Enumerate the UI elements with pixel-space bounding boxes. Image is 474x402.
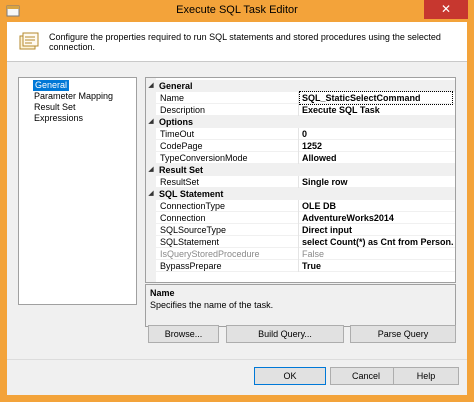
task-icon xyxy=(19,32,39,50)
property-value[interactable]: SQL_StaticSelectCommand xyxy=(299,91,453,105)
property-row-sql-source-type[interactable]: SQLSourceType Direct input xyxy=(146,224,455,236)
property-label: CodePage xyxy=(160,141,203,151)
collapse-icon[interactable]: ◢ xyxy=(147,80,155,92)
property-value[interactable]: Direct input xyxy=(302,224,454,236)
property-row-connection-type[interactable]: ConnectionType OLE DB xyxy=(146,200,455,212)
property-label: BypassPrepare xyxy=(160,261,222,271)
property-value[interactable]: 0 xyxy=(302,128,454,140)
property-row-bypass-prepare[interactable]: BypassPrepare True xyxy=(146,260,455,272)
category-result-set[interactable]: ◢ Result Set xyxy=(146,164,455,176)
column-separator xyxy=(298,152,299,164)
property-label: IsQueryStoredProcedure xyxy=(160,249,260,259)
column-separator xyxy=(298,236,299,248)
property-label: Name xyxy=(160,93,185,103)
cancel-button[interactable]: Cancel xyxy=(330,367,402,385)
nav-item-general[interactable]: General xyxy=(31,79,71,92)
category-label: General xyxy=(159,81,193,91)
category-label: SQL Statement xyxy=(159,189,224,199)
property-row-name[interactable]: Name SQL_StaticSelectCommand xyxy=(146,91,455,105)
category-label: Options xyxy=(159,117,193,127)
property-value[interactable]: True xyxy=(302,260,454,272)
close-button[interactable]: ✕ xyxy=(424,0,468,19)
property-row-codepage[interactable]: CodePage 1252 xyxy=(146,140,455,152)
property-label: SQLStatement xyxy=(160,237,220,247)
ok-button[interactable]: OK xyxy=(254,367,326,385)
property-value[interactable]: Allowed xyxy=(302,152,454,164)
column-separator xyxy=(298,260,299,272)
dialog-window: Execute SQL Task Editor ✕ Configure the … xyxy=(0,0,474,402)
property-value[interactable]: 1252 xyxy=(302,140,454,152)
property-row-is-query-stored-procedure: IsQueryStoredProcedure False xyxy=(146,248,455,260)
window-title: Execute SQL Task Editor xyxy=(176,4,298,16)
page-navigation-list: General Parameter Mapping Result Set Exp… xyxy=(18,77,137,305)
column-separator xyxy=(298,140,299,152)
property-label: SQLSourceType xyxy=(160,225,227,235)
property-row-sql-statement[interactable]: SQLStatement select Count(*) as Cnt from… xyxy=(146,236,455,248)
property-row-resultset[interactable]: ResultSet Single row xyxy=(146,176,455,188)
property-label: ConnectionType xyxy=(160,201,226,211)
property-description-panel: Name Specifies the name of the task. xyxy=(145,284,456,327)
collapse-icon[interactable]: ◢ xyxy=(147,188,155,200)
description-text: Specifies the name of the task. xyxy=(150,300,274,310)
category-label: Result Set xyxy=(159,165,204,175)
column-separator xyxy=(298,212,299,224)
dialog-client: Configure the properties required to run… xyxy=(7,22,467,395)
property-value[interactable]: OLE DB xyxy=(302,200,454,212)
column-separator xyxy=(298,248,299,260)
property-label: ResultSet xyxy=(160,177,200,187)
property-value[interactable]: Single row xyxy=(302,176,454,188)
property-value[interactable]: AdventureWorks2014 xyxy=(302,212,454,224)
property-row-type-conversion-mode[interactable]: TypeConversionMode Allowed xyxy=(146,152,455,164)
nav-item-parameter-mapping[interactable]: Parameter Mapping xyxy=(34,91,113,102)
parse-query-button[interactable]: Parse Query xyxy=(350,325,456,343)
property-grid: ◢ General Name SQL_StaticSelectCommand D… xyxy=(145,77,456,283)
nav-item-result-set[interactable]: Result Set xyxy=(34,102,76,113)
collapse-icon[interactable]: ◢ xyxy=(147,116,155,128)
collapse-icon[interactable]: ◢ xyxy=(147,164,155,176)
property-label: TypeConversionMode xyxy=(160,153,248,163)
header-panel: Configure the properties required to run… xyxy=(7,22,467,62)
property-value[interactable]: Execute SQL Task xyxy=(302,104,454,116)
property-row-description[interactable]: Description Execute SQL Task xyxy=(146,104,455,116)
column-separator xyxy=(298,224,299,236)
title-bar[interactable]: Execute SQL Task Editor ✕ xyxy=(0,0,474,22)
property-label: Connection xyxy=(160,213,206,223)
category-sql-statement[interactable]: ◢ SQL Statement xyxy=(146,188,455,200)
property-value: False xyxy=(302,249,325,259)
property-row-timeout[interactable]: TimeOut 0 xyxy=(146,128,455,140)
column-separator xyxy=(298,176,299,188)
property-label: Description xyxy=(160,105,206,115)
property-row-connection[interactable]: Connection AdventureWorks2014 xyxy=(146,212,455,224)
browse-button[interactable]: Browse... xyxy=(148,325,219,343)
nav-item-expressions[interactable]: Expressions xyxy=(34,113,83,124)
column-separator xyxy=(298,92,299,104)
button-bar-separator xyxy=(7,359,467,360)
build-query-button[interactable]: Build Query... xyxy=(226,325,344,343)
help-button[interactable]: Help xyxy=(393,367,459,385)
category-general[interactable]: ◢ General xyxy=(146,80,455,92)
category-options[interactable]: ◢ Options xyxy=(146,116,455,128)
column-separator xyxy=(298,104,299,116)
property-value[interactable]: select Count(*) as Cnt from Person.Perso… xyxy=(302,236,454,248)
description-title: Name xyxy=(150,288,175,298)
property-label: TimeOut xyxy=(160,129,195,139)
column-separator xyxy=(298,200,299,212)
column-separator xyxy=(298,128,299,140)
header-description: Configure the properties required to run… xyxy=(49,32,441,52)
